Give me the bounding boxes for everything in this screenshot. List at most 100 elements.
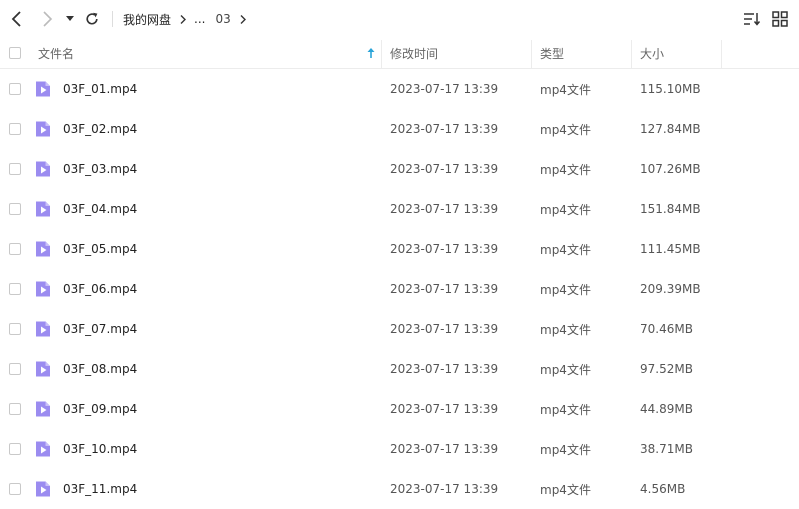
file-type: mp4文件 bbox=[540, 402, 591, 417]
file-name[interactable]: 03F_03.mp4 bbox=[63, 149, 137, 189]
file-type: mp4文件 bbox=[540, 82, 591, 97]
file-name[interactable]: 03F_10.mp4 bbox=[63, 429, 137, 469]
file-size: 115.10MB bbox=[640, 82, 701, 96]
file-modified-time: 2023-07-17 13:39 bbox=[390, 442, 499, 456]
file-name[interactable]: 03F_08.mp4 bbox=[63, 349, 137, 389]
file-modified-time: 2023-07-17 13:39 bbox=[390, 402, 499, 416]
file-name[interactable]: 03F_02.mp4 bbox=[63, 109, 137, 149]
file-name[interactable]: 03F_01.mp4 bbox=[63, 69, 137, 109]
file-type: mp4文件 bbox=[540, 122, 591, 137]
table-row[interactable]: 03F_03.mp4 2023-07-17 13:39 mp4文件 107.26MB bbox=[0, 149, 799, 189]
file-name[interactable]: 03F_05.mp4 bbox=[63, 229, 137, 269]
toolbar-divider bbox=[112, 11, 113, 27]
video-file-icon bbox=[36, 361, 50, 377]
column-divider[interactable] bbox=[381, 40, 382, 68]
file-type: mp4文件 bbox=[540, 362, 591, 377]
file-modified-time: 2023-07-17 13:39 bbox=[390, 242, 499, 256]
file-size: 44.89MB bbox=[640, 402, 693, 416]
video-file-icon bbox=[36, 481, 50, 497]
table-row[interactable]: 03F_10.mp4 2023-07-17 13:39 mp4文件 38.71MB bbox=[0, 429, 799, 469]
file-modified-time: 2023-07-17 13:39 bbox=[390, 82, 499, 96]
row-checkbox[interactable] bbox=[9, 323, 21, 335]
breadcrumb-current: 03 bbox=[215, 12, 231, 26]
file-name[interactable]: 03F_07.mp4 bbox=[63, 309, 137, 349]
file-size: 151.84MB bbox=[640, 202, 701, 216]
file-name[interactable]: 03F_06.mp4 bbox=[63, 269, 137, 309]
column-header-modified[interactable]: 修改时间 bbox=[390, 38, 438, 68]
file-modified-time: 2023-07-17 13:39 bbox=[390, 482, 499, 496]
file-list: 03F_01.mp4 2023-07-17 13:39 mp4文件 115.10MB 0… bbox=[0, 69, 799, 509]
refresh-icon[interactable] bbox=[81, 8, 103, 30]
file-modified-time: 2023-07-17 13:39 bbox=[390, 202, 499, 216]
row-checkbox[interactable] bbox=[9, 203, 21, 215]
table-row[interactable]: 03F_11.mp4 2023-07-17 13:39 mp4文件 4.56MB bbox=[0, 469, 799, 509]
column-header-name[interactable]: 文件名 bbox=[38, 38, 74, 68]
grid-view-icon[interactable] bbox=[771, 10, 789, 28]
video-file-icon bbox=[36, 321, 50, 337]
file-type: mp4文件 bbox=[540, 242, 591, 257]
video-file-icon bbox=[36, 161, 50, 177]
back-icon[interactable] bbox=[6, 8, 28, 30]
file-modified-time: 2023-07-17 13:39 bbox=[390, 282, 499, 296]
file-modified-time: 2023-07-17 13:39 bbox=[390, 122, 499, 136]
file-size: 127.84MB bbox=[640, 122, 701, 136]
sort-list-icon[interactable] bbox=[743, 10, 761, 28]
breadcrumb-root[interactable]: 我的网盘 bbox=[123, 11, 171, 28]
row-checkbox[interactable] bbox=[9, 83, 21, 95]
column-header-size[interactable]: 大小 bbox=[640, 38, 664, 68]
row-checkbox[interactable] bbox=[9, 283, 21, 295]
file-modified-time: 2023-07-17 13:39 bbox=[390, 162, 499, 176]
table-row[interactable]: 03F_07.mp4 2023-07-17 13:39 mp4文件 70.46MB bbox=[0, 309, 799, 349]
file-modified-time: 2023-07-17 13:39 bbox=[390, 322, 499, 336]
file-type: mp4文件 bbox=[540, 282, 591, 297]
table-header: 文件名 修改时间 类型 大小 bbox=[0, 38, 799, 69]
table-row[interactable]: 03F_01.mp4 2023-07-17 13:39 mp4文件 115.10MB bbox=[0, 69, 799, 109]
toolbar: 我的网盘 ... 03 bbox=[0, 0, 799, 38]
row-checkbox[interactable] bbox=[9, 403, 21, 415]
table-row[interactable]: 03F_02.mp4 2023-07-17 13:39 mp4文件 127.84MB bbox=[0, 109, 799, 149]
file-size: 70.46MB bbox=[640, 322, 693, 336]
row-checkbox[interactable] bbox=[9, 483, 21, 495]
row-checkbox[interactable] bbox=[9, 443, 21, 455]
file-size: 111.45MB bbox=[640, 242, 701, 256]
dropdown-icon[interactable] bbox=[62, 8, 78, 30]
forward-icon[interactable] bbox=[36, 8, 58, 30]
row-checkbox[interactable] bbox=[9, 243, 21, 255]
file-type: mp4文件 bbox=[540, 202, 591, 217]
file-size: 209.39MB bbox=[640, 282, 701, 296]
video-file-icon bbox=[36, 441, 50, 457]
column-divider[interactable] bbox=[631, 40, 632, 68]
file-type: mp4文件 bbox=[540, 482, 591, 497]
row-checkbox[interactable] bbox=[9, 123, 21, 135]
file-modified-time: 2023-07-17 13:39 bbox=[390, 362, 499, 376]
file-type: mp4文件 bbox=[540, 322, 591, 337]
file-name[interactable]: 03F_04.mp4 bbox=[63, 189, 137, 229]
file-size: 4.56MB bbox=[640, 482, 686, 496]
select-all-checkbox[interactable] bbox=[9, 47, 21, 59]
sort-ascending-icon[interactable] bbox=[365, 46, 377, 60]
row-checkbox[interactable] bbox=[9, 163, 21, 175]
column-divider[interactable] bbox=[721, 40, 722, 68]
table-row[interactable]: 03F_04.mp4 2023-07-17 13:39 mp4文件 151.84MB bbox=[0, 189, 799, 229]
file-size: 38.71MB bbox=[640, 442, 693, 456]
file-name[interactable]: 03F_11.mp4 bbox=[63, 469, 137, 509]
table-row[interactable]: 03F_05.mp4 2023-07-17 13:39 mp4文件 111.45MB bbox=[0, 229, 799, 269]
chevron-right-icon bbox=[180, 14, 187, 24]
file-type: mp4文件 bbox=[540, 162, 591, 177]
breadcrumb-ellipsis[interactable]: ... bbox=[194, 12, 205, 26]
video-file-icon bbox=[36, 241, 50, 257]
column-divider[interactable] bbox=[531, 40, 532, 68]
file-name[interactable]: 03F_09.mp4 bbox=[63, 389, 137, 429]
table-row[interactable]: 03F_09.mp4 2023-07-17 13:39 mp4文件 44.89MB bbox=[0, 389, 799, 429]
file-size: 107.26MB bbox=[640, 162, 701, 176]
table-row[interactable]: 03F_06.mp4 2023-07-17 13:39 mp4文件 209.39MB bbox=[0, 269, 799, 309]
breadcrumb: 我的网盘 ... 03 bbox=[123, 10, 254, 28]
video-file-icon bbox=[36, 281, 50, 297]
file-type: mp4文件 bbox=[540, 442, 591, 457]
video-file-icon bbox=[36, 81, 50, 97]
column-header-type[interactable]: 类型 bbox=[540, 38, 564, 68]
video-file-icon bbox=[36, 121, 50, 137]
file-size: 97.52MB bbox=[640, 362, 693, 376]
row-checkbox[interactable] bbox=[9, 363, 21, 375]
table-row[interactable]: 03F_08.mp4 2023-07-17 13:39 mp4文件 97.52MB bbox=[0, 349, 799, 389]
